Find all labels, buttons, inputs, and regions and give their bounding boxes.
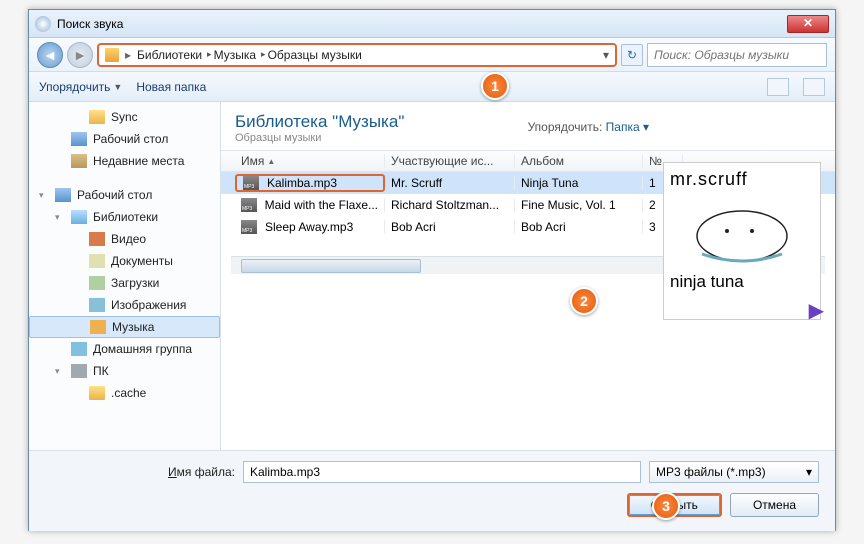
organize-menu[interactable]: Упорядочить▼ [39, 80, 122, 94]
tree-item-label: Домашняя группа [93, 340, 192, 358]
toolbar: Упорядочить▼ Новая папка [29, 72, 835, 102]
tree-item-label: .cache [111, 384, 146, 402]
album-art-image [682, 196, 802, 266]
breadcrumb-segment[interactable]: Музыка [214, 48, 256, 62]
arrange-by-link[interactable]: Папка ▾ [606, 120, 649, 134]
pc-icon [71, 364, 87, 378]
desk-icon [71, 132, 87, 146]
desk-icon [55, 188, 71, 202]
tree-item-label: Недавние места [93, 152, 184, 170]
nav-row: ◄ ► ▸ Библиотеки▸ Музыка▸ Образцы музыки… [29, 38, 835, 72]
address-bar[interactable]: ▸ Библиотеки▸ Музыка▸ Образцы музыки ▾ [97, 43, 617, 67]
close-button[interactable]: ✕ [787, 15, 829, 33]
recent-icon [71, 154, 87, 168]
tree-item-label: ПК [93, 362, 109, 380]
view-options-button[interactable] [767, 78, 789, 96]
folder-icon [105, 48, 119, 62]
dialog-footer: Имя файла: MP3 файлы (*.mp3)▾ Открыть От… [29, 450, 835, 531]
search-box[interactable] [647, 43, 827, 67]
filetype-dropdown[interactable]: MP3 файлы (*.mp3)▾ [649, 461, 819, 483]
tree-item[interactable]: ▾Рабочий стол [29, 184, 220, 206]
forward-button[interactable]: ► [67, 42, 93, 68]
tree-item-label: Изображения [111, 296, 186, 314]
breadcrumb-segment[interactable]: Библиотеки [137, 48, 202, 62]
back-button[interactable]: ◄ [37, 42, 63, 68]
filename-label: Имя файла: [45, 465, 235, 479]
album-art-title: mr.scruff [670, 169, 814, 190]
tree-item-label: Загрузки [111, 274, 159, 292]
fold-icon [89, 386, 105, 400]
tree-item[interactable]: Изображения [29, 294, 220, 316]
address-dropdown[interactable]: ▾ [603, 48, 609, 62]
callout-1: 1 [481, 72, 509, 100]
col-artist[interactable]: Участвующие ис... [385, 154, 515, 168]
tree-item-label: Документы [111, 252, 173, 270]
tree-item[interactable]: .cache [29, 382, 220, 404]
doc-icon [89, 254, 105, 268]
arrange-by: Упорядочить: Папка ▾ [528, 120, 649, 134]
app-icon [35, 16, 51, 32]
file-open-dialog: Поиск звука ✕ ◄ ► ▸ Библиотеки▸ Музыка▸ … [28, 9, 836, 531]
window-title: Поиск звука [57, 17, 123, 31]
titlebar: Поиск звука ✕ [29, 10, 835, 38]
callout-3: 3 [652, 492, 680, 520]
filename-input[interactable] [243, 461, 641, 483]
new-folder-button[interactable]: Новая папка [136, 80, 206, 94]
search-input[interactable] [654, 48, 820, 62]
dialog-body: Sync Рабочий стол Недавние места ▾Рабочий с… [29, 102, 835, 450]
tree-item[interactable]: ▾Библиотеки [29, 206, 220, 228]
mp3-icon [243, 176, 259, 190]
tree-item-label: Музыка [112, 318, 154, 336]
tree-item[interactable]: Музыка [29, 316, 220, 338]
fold-icon [89, 110, 105, 124]
col-name[interactable]: Имя ▲ [235, 154, 385, 168]
tree-item[interactable]: Домашняя группа [29, 338, 220, 360]
hg-icon [71, 342, 87, 356]
album-art-subtitle: ninja tuna [670, 272, 814, 292]
help-button[interactable] [803, 78, 825, 96]
vid-icon [89, 232, 105, 246]
lib-icon [71, 210, 87, 224]
tree-item[interactable]: Документы [29, 250, 220, 272]
refresh-button[interactable]: ↻ [621, 44, 643, 66]
tree-item-label: Sync [111, 108, 138, 126]
callout-2: 2 [570, 287, 598, 315]
mp3-icon [241, 198, 257, 212]
tree-item[interactable]: Sync [29, 106, 220, 128]
sort-asc-icon: ▲ [267, 157, 275, 166]
tree-item-label: Библиотеки [93, 208, 158, 226]
tree-item[interactable]: ▾ПК [29, 360, 220, 382]
breadcrumb-segment[interactable]: Образцы музыки [268, 48, 362, 62]
tree-item-label: Видео [111, 230, 146, 248]
tree-item[interactable]: Загрузки [29, 272, 220, 294]
img-icon [89, 298, 105, 312]
dl-icon [89, 276, 105, 290]
mus-icon [90, 320, 106, 334]
tree-item[interactable]: Рабочий стол [29, 128, 220, 150]
navigation-tree[interactable]: Sync Рабочий стол Недавние места ▾Рабочий с… [29, 102, 221, 450]
tree-item-label: Рабочий стол [77, 186, 152, 204]
tree-item[interactable]: Видео [29, 228, 220, 250]
file-list-pane: Библиотека "Музыка" Образцы музыки Упоря… [221, 102, 835, 450]
cancel-button[interactable]: Отмена [730, 493, 819, 517]
mp3-icon [241, 220, 257, 234]
play-icon[interactable]: ▶ [809, 298, 824, 323]
col-album[interactable]: Альбом [515, 154, 643, 168]
tree-item-label: Рабочий стол [93, 130, 168, 148]
preview-pane: mr.scruff ninja tuna ▶ [663, 162, 821, 320]
tree-item[interactable]: Недавние места [29, 150, 220, 172]
